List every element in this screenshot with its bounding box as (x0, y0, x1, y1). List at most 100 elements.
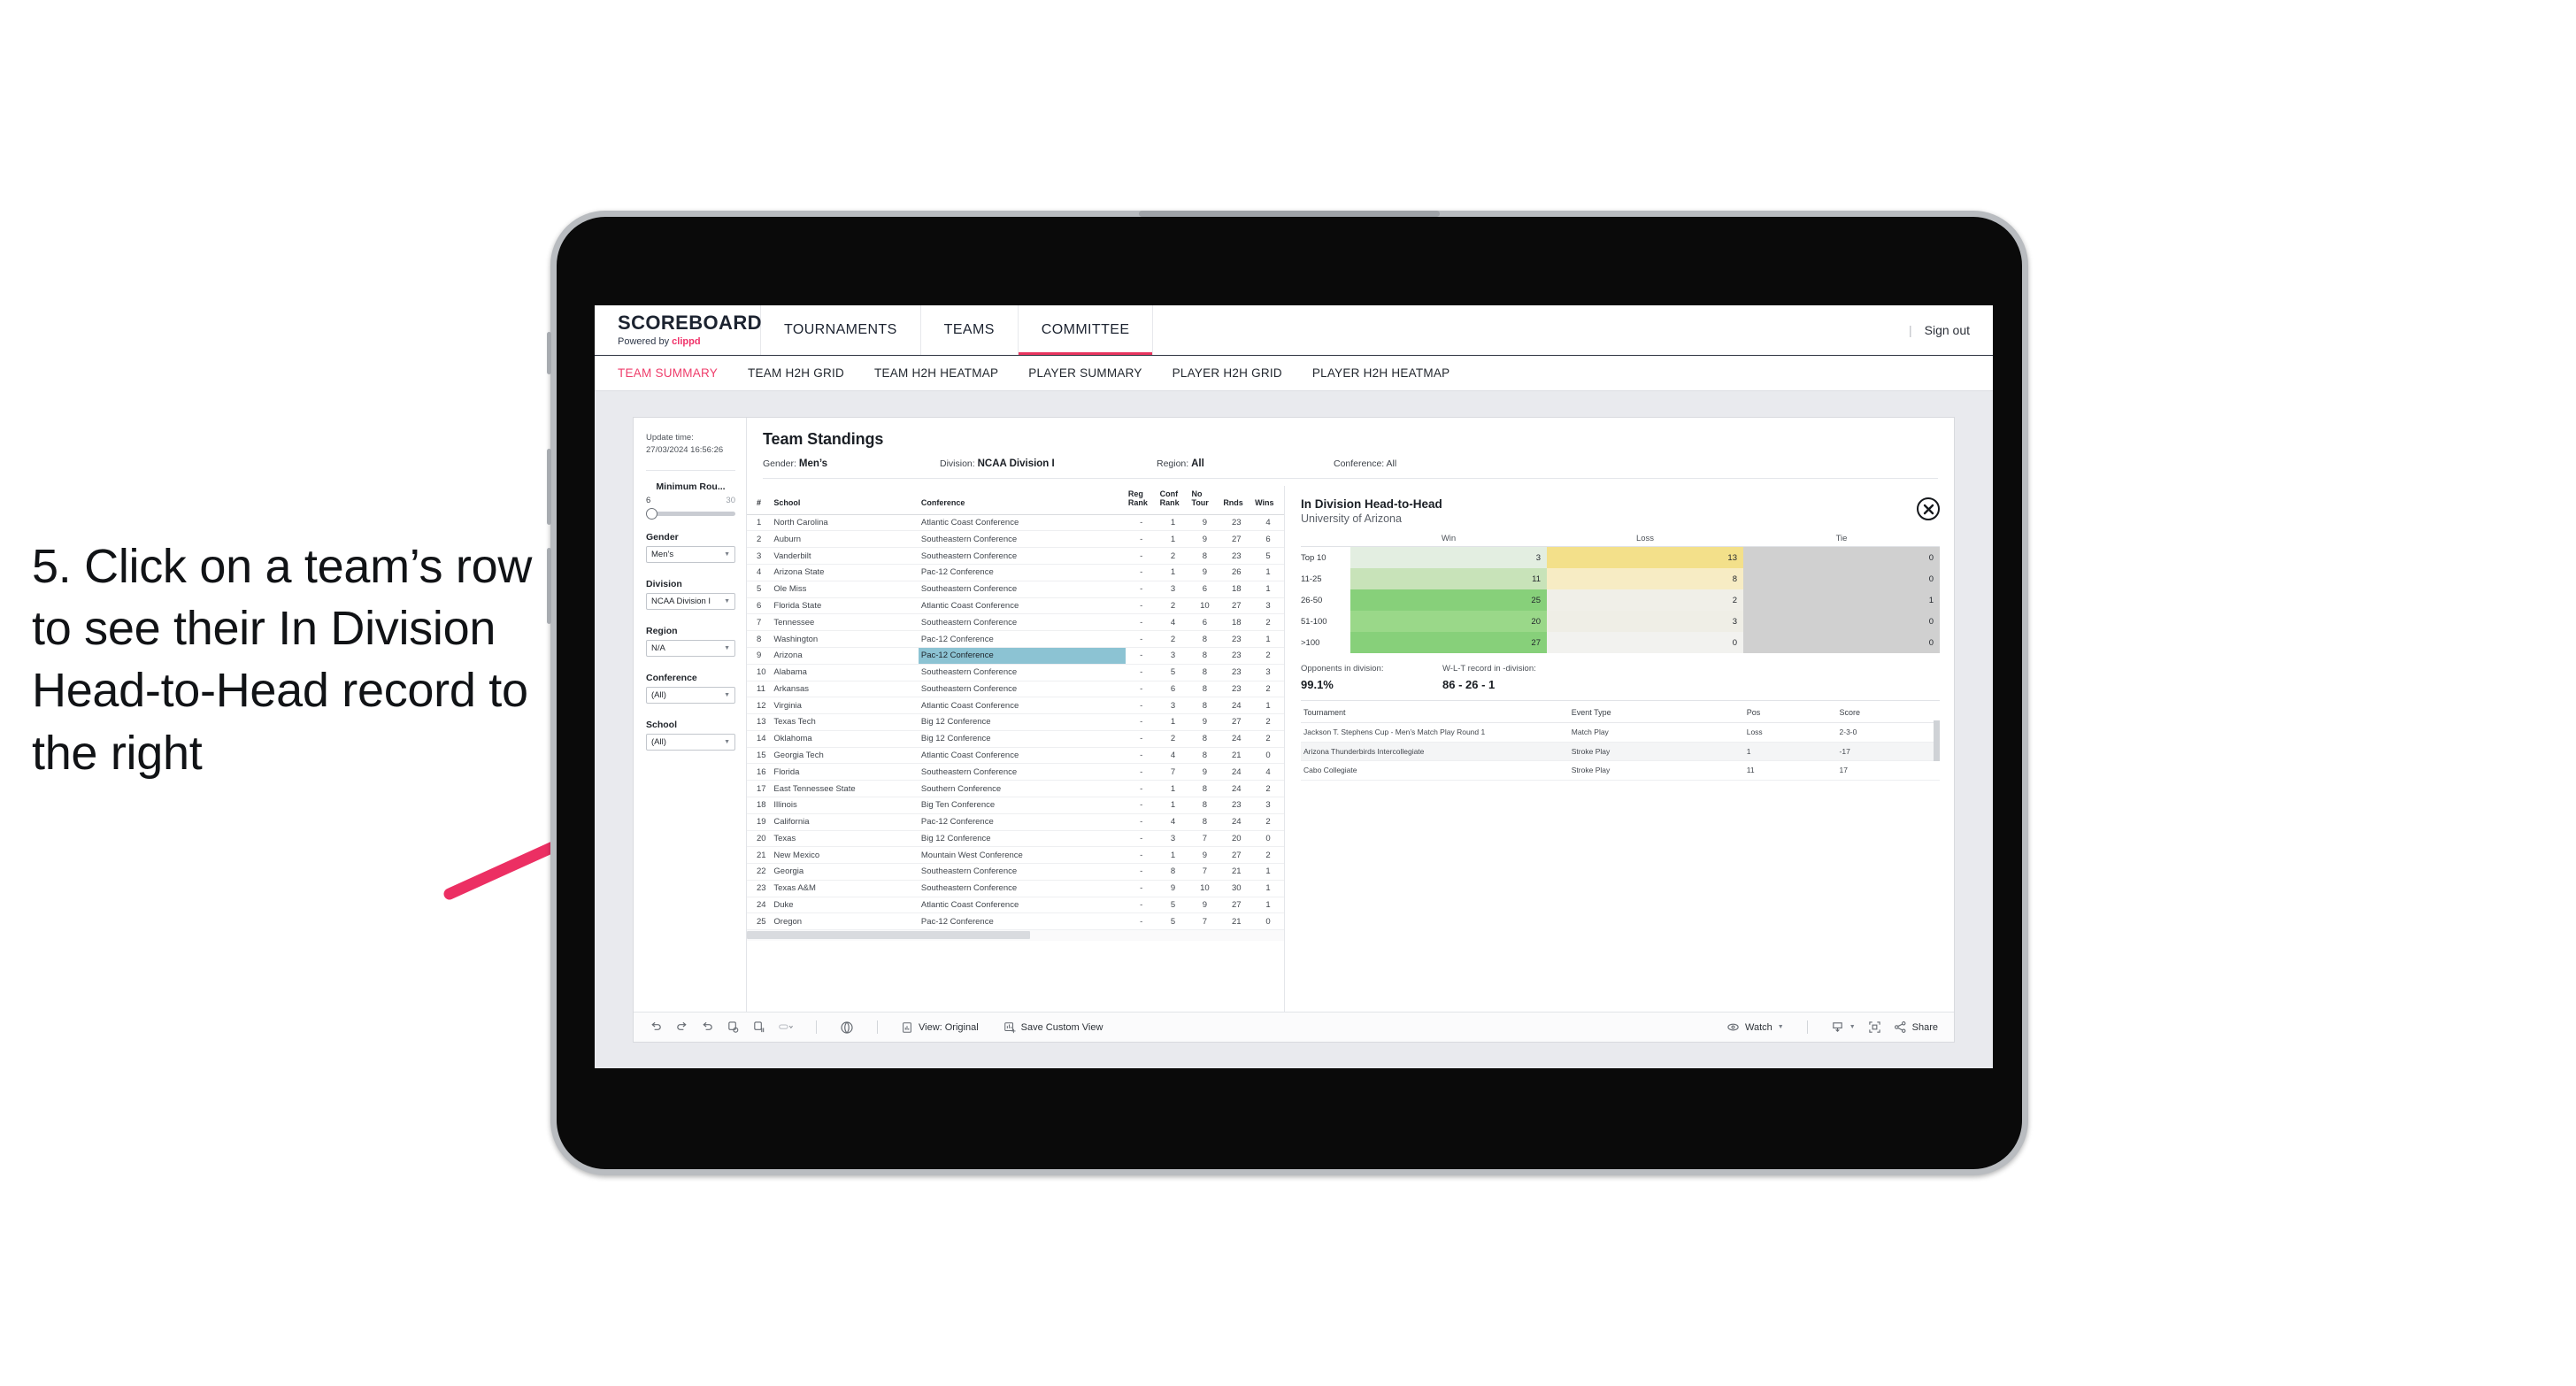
row-no-tour: 10 (1188, 880, 1221, 897)
redo-icon[interactable] (675, 1020, 688, 1034)
view-original-button[interactable]: View: Original (901, 1021, 979, 1034)
tab-team-summary[interactable]: TEAM SUMMARY (618, 366, 718, 380)
table-row[interactable]: 22 Georgia Southeastern Conference -8 7 21 1 (747, 863, 1284, 881)
division-select[interactable]: NCAA Division I ▼ (646, 592, 735, 610)
table-row[interactable]: 20 Texas Big 12 Conference -3 7 20 0 (747, 830, 1284, 848)
table-row[interactable]: 11 Arkansas Southeastern Conference -6 8 23 2 (747, 681, 1284, 698)
highlight-icon[interactable] (778, 1020, 793, 1034)
tab-player-h2h-grid[interactable]: PLAYER H2H GRID (1173, 366, 1282, 380)
table-row[interactable]: 13 Texas Tech Big 12 Conference -1 9 27 2 (747, 713, 1284, 731)
table-row[interactable]: 5 Ole Miss Southeastern Conference -3 6 18 1 (747, 581, 1284, 598)
watch-button[interactable]: Watch ▼ (1726, 1020, 1784, 1034)
table-row[interactable]: 2 Auburn Southeastern Conference -1 9 27 6 (747, 530, 1284, 549)
table-row[interactable]: 3 Vanderbilt Southeastern Conference -2 8 23 5 (747, 547, 1284, 566)
heatmap-cell-win[interactable]: 27 (1350, 632, 1547, 653)
toolbar-divider-3 (1806, 1020, 1808, 1034)
h2h-heatmap: Win Loss Tie Top 10 3 13 0 11-25 11 8 0 26-50 25 2… (1301, 534, 1940, 653)
table-row[interactable]: 16 Florida Southeastern Conference -7 9 24 4 (747, 763, 1284, 782)
nav-committee[interactable]: COMMITTEE (1018, 305, 1154, 355)
heatmap-cell-loss[interactable]: 3 (1547, 611, 1743, 632)
tab-team-h2h-grid[interactable]: TEAM H2H GRID (748, 366, 844, 380)
event-row[interactable]: Cabo Collegiate Stroke Play 11 17 (1301, 760, 1940, 781)
save-custom-view-button[interactable]: Save Custom View (1003, 1021, 1103, 1034)
table-row[interactable]: 15 Georgia Tech Atlantic Coast Conference -… (747, 747, 1284, 765)
heatmap-cell-tie[interactable]: 1 (1743, 589, 1940, 611)
table-row[interactable]: 17 East Tennessee State Southern Conferenc… (747, 780, 1284, 797)
nav-tournaments[interactable]: TOURNAMENTS (761, 305, 921, 355)
event-tournament: Jackson T. Stephens Cup - Men’s Match Pl… (1301, 722, 1569, 743)
row-conference: Southeastern Conference (918, 547, 1126, 566)
table-row[interactable]: 19 California Pac-12 Conference -4 8 24 2 (747, 813, 1284, 831)
heatmap-cell-loss[interactable]: 8 (1547, 568, 1743, 589)
event-pos: 11 (1743, 760, 1837, 781)
table-row[interactable]: 4 Arizona State Pac-12 Conference -1 9 26 1 (747, 564, 1284, 581)
tab-player-h2h-heatmap[interactable]: PLAYER H2H HEATMAP (1312, 366, 1450, 380)
download-button[interactable]: ▼ (1831, 1020, 1856, 1034)
row-reg-rank: - (1125, 530, 1157, 549)
horizontal-scrollbar[interactable] (747, 930, 1284, 942)
heatmap-cell-tie[interactable]: 0 (1743, 547, 1940, 568)
toolbar-right-actions: Watch ▼ ▼ Share (1726, 1020, 1938, 1034)
slider-handle[interactable] (646, 507, 657, 520)
table-row[interactable]: 25 Oregon Pac-12 Conference -5 7 21 0 (747, 912, 1284, 931)
header-divider: | (1908, 323, 1912, 337)
standings-table: # School Conference Reg Rank Conf Rank No T… (747, 486, 1284, 931)
sign-out-link[interactable]: Sign out (1925, 323, 1970, 337)
table-row[interactable]: 1 North Carolina Atlantic Coast Conference… (747, 514, 1284, 532)
event-score: -17 (1836, 742, 1940, 762)
table-row[interactable]: 12 Virginia Atlantic Coast Conference -3 8 24… (747, 697, 1284, 715)
school-select[interactable]: (All) ▼ (646, 733, 735, 751)
table-row[interactable]: 24 Duke Atlantic Coast Conference -5 9 27 1 (747, 897, 1284, 914)
event-row[interactable]: Jackson T. Stephens Cup - Men’s Match Pl… (1301, 722, 1940, 743)
undo-icon[interactable] (650, 1020, 663, 1034)
row-rank: 5 (747, 581, 772, 598)
share-button[interactable]: Share (1894, 1020, 1938, 1034)
col-no-tour: No Tour (1188, 486, 1221, 515)
conference-filter: Conference (All) ▼ (646, 673, 735, 704)
row-wins: 2 (1252, 780, 1284, 797)
table-row[interactable]: 8 Washington Pac-12 Conference -2 8 23 1 (747, 630, 1284, 648)
refresh-data-icon[interactable] (727, 1020, 740, 1034)
heatmap-cell-loss[interactable]: 13 (1547, 547, 1743, 568)
heatmap-cell-win[interactable]: 3 (1350, 547, 1547, 568)
dashboard-globe-icon[interactable] (840, 1020, 854, 1035)
slider-min-value: 6 (646, 495, 651, 505)
table-row[interactable]: 9 Arizona Pac-12 Conference -3 8 23 2 (747, 647, 1284, 665)
region-select[interactable]: N/A ▼ (646, 639, 735, 657)
gender-select[interactable]: Men’s ▼ (646, 545, 735, 563)
heatmap-cell-win[interactable]: 25 (1350, 589, 1547, 611)
brand-logo[interactable]: SCOREBOARD Powered by clippd (595, 305, 762, 355)
nav-teams[interactable]: TEAMS (921, 305, 1019, 355)
close-icon[interactable] (1917, 497, 1940, 520)
fullscreen-icon[interactable] (1868, 1020, 1881, 1034)
heatmap-cell-tie[interactable]: 0 (1743, 611, 1940, 632)
table-row[interactable]: 7 Tennessee Southeastern Conference -4 6 18 2 (747, 613, 1284, 632)
row-conference: Southern Conference (918, 780, 1126, 797)
conference-select[interactable]: (All) ▼ (646, 686, 735, 704)
table-row[interactable]: 21 New Mexico Mountain West Conference -1 9 2… (747, 846, 1284, 865)
conference-label: Conference (646, 672, 697, 683)
row-reg-rank: - (1125, 730, 1157, 748)
table-row[interactable]: 14 Oklahoma Big 12 Conference -2 8 24 2 (747, 730, 1284, 748)
pause-updates-icon[interactable] (752, 1020, 765, 1034)
heatmap-cell-loss[interactable]: 0 (1547, 632, 1743, 653)
table-row[interactable]: 10 Alabama Southeastern Conference -5 8 23 3 (747, 664, 1284, 681)
table-row[interactable]: 18 Illinois Big Ten Conference -1 8 23 3 (747, 797, 1284, 814)
col-conference: Conference (918, 486, 1126, 515)
revert-icon[interactable] (701, 1020, 714, 1034)
tab-player-summary[interactable]: PLAYER SUMMARY (1028, 366, 1142, 380)
table-row[interactable]: 6 Florida State Atlantic Coast Conference -… (747, 597, 1284, 615)
heatmap-cell-win[interactable]: 20 (1350, 611, 1547, 632)
heatmap-cell-tie[interactable]: 0 (1743, 568, 1940, 589)
row-no-tour: 8 (1188, 730, 1221, 748)
table-row[interactable]: 23 Texas A&M Southeastern Conference -9 10 30… (747, 880, 1284, 897)
tab-team-h2h-heatmap[interactable]: TEAM H2H HEATMAP (874, 366, 998, 380)
event-row[interactable]: Arizona Thunderbirds Intercollegiate Stro… (1301, 742, 1940, 762)
heatmap-cell-win[interactable]: 11 (1350, 568, 1547, 589)
events-scrollbar[interactable] (1934, 720, 1940, 761)
minimum-rounds-slider[interactable] (646, 507, 735, 520)
heatmap-cell-tie[interactable]: 0 (1743, 632, 1940, 653)
grid-wrapper: # School Conference Reg Rank Conf Rank No T… (747, 486, 1954, 1012)
heatmap-cell-loss[interactable]: 2 (1547, 589, 1743, 611)
minimum-rounds-filter: Minimum Rou... 6 30 (646, 481, 735, 520)
